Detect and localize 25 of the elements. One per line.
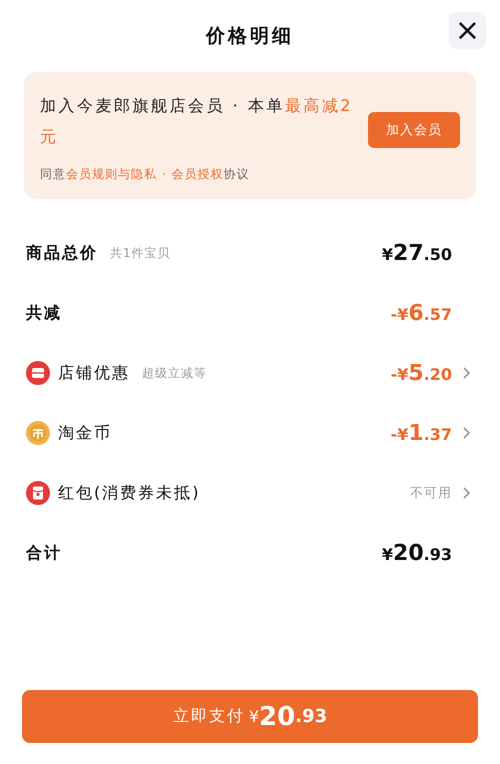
join-member-button[interactable]: 加入会员	[368, 112, 460, 148]
store-icon	[26, 361, 50, 385]
coin-icon	[26, 421, 50, 445]
row-label: 店铺优惠	[58, 362, 130, 384]
price-amount: -¥1.37	[390, 420, 452, 446]
row-label: 共减	[26, 302, 62, 324]
price-amount: ¥20.93	[382, 540, 452, 566]
row-note: 超级立减等	[142, 364, 207, 382]
close-button[interactable]: ×	[449, 12, 486, 49]
envelope-icon	[26, 481, 50, 505]
price-amount: -¥5.20	[390, 360, 452, 386]
price-amount: -¥6.57	[390, 300, 452, 326]
row-note: 共1件宝贝	[110, 244, 171, 262]
agreement-text: 同意会员规则与隐私 · 会员授权协议	[40, 166, 250, 183]
row-label: 淘金币	[58, 422, 112, 444]
member-offer-text: 加入今麦郎旗舰店会员 · 本单最高减2元	[40, 95, 354, 148]
agreement-link[interactable]: 会员授权	[171, 167, 224, 181]
row-label: 合计	[26, 542, 62, 564]
status-text: 不可用	[410, 485, 452, 502]
row-label: 红包(消费券未抵)	[58, 482, 200, 504]
agreement-link[interactable]: 会员规则与隐私	[66, 167, 157, 181]
sheet-title: 价格明细	[206, 24, 294, 49]
pay-button[interactable]: 立即支付 ¥20.93	[22, 690, 478, 743]
row-label: 商品总价	[26, 242, 98, 264]
price-amount: ¥27.50	[382, 240, 452, 266]
